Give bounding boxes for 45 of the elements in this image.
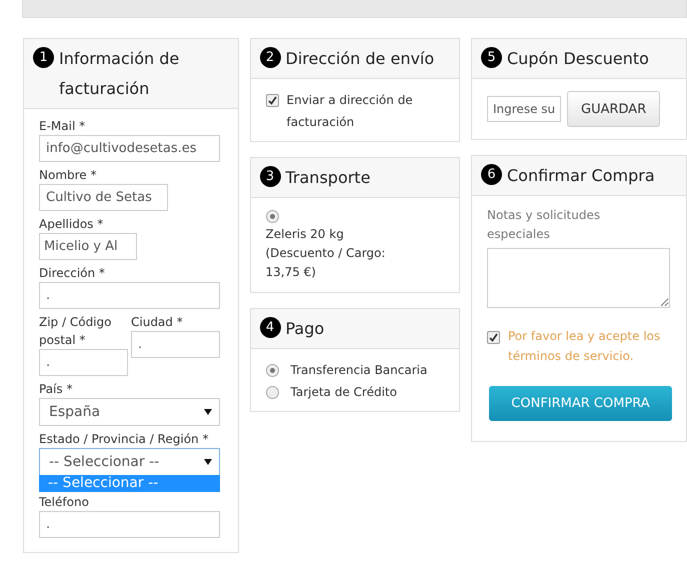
field-label: Zip / Código postal *	[39, 314, 112, 349]
step-number: 4	[260, 317, 280, 338]
input-field[interactable]: Cultivo de Setas	[39, 184, 168, 211]
panel-title: Confirmar Compra	[507, 165, 655, 187]
select-dropdown[interactable]: España	[39, 398, 220, 426]
input-field[interactable]: .	[39, 282, 220, 309]
checkbox[interactable]	[487, 331, 500, 344]
notes-label: Notas y solicitudes especiales	[487, 207, 602, 243]
radio-button[interactable]	[266, 386, 278, 398]
input-field[interactable]: Micelio y Al	[39, 233, 137, 260]
panel-title: Dirección de envío	[286, 48, 434, 70]
input-field[interactable]: .	[131, 331, 220, 358]
input-field[interactable]: .	[39, 511, 220, 538]
panel-title: Pago	[286, 318, 324, 340]
field-label: Teléfono	[39, 494, 90, 511]
step-number: 2	[260, 47, 280, 68]
save-button[interactable]: GUARDAR	[567, 91, 660, 127]
field-label: E-Mail *	[39, 118, 86, 135]
field-label: Dirección *	[39, 265, 106, 282]
input-field[interactable]: .	[39, 349, 128, 376]
field-label: Estado / Provincia / Región *	[39, 431, 210, 448]
panel-title: Información de facturación	[59, 48, 180, 100]
step-number: 1	[33, 47, 54, 68]
field-label: Ciudad *	[131, 314, 184, 331]
checkbox[interactable]	[266, 94, 278, 107]
panel-title: Transporte	[286, 167, 370, 189]
step-number: 6	[481, 164, 502, 185]
field-label: Nombre *	[39, 167, 98, 184]
radio-button[interactable]	[266, 210, 278, 223]
panel-title: Cupón Descuento	[507, 48, 649, 70]
step-number: 5	[481, 47, 502, 68]
checkbox-label: Enviar a dirección de facturación	[286, 92, 414, 131]
input-field[interactable]: info@cultivodesetas.es	[39, 135, 220, 162]
field-label: Apellidos *	[39, 216, 104, 233]
shipping-option-label: Zeleris 20 kg (Descuento / Cargo: 13,75 €)	[266, 226, 386, 281]
payment-option-label: Tarjeta de Crédito	[290, 384, 397, 401]
step-number: 3	[260, 166, 280, 187]
coupon-field[interactable]: Ingrese su	[487, 96, 561, 122]
payment-option-label: Transferencia Bancaria	[290, 362, 428, 379]
caret-icon	[204, 459, 212, 465]
radio-button[interactable]	[266, 364, 278, 376]
notes-field[interactable]	[487, 248, 670, 308]
field-label: País *	[39, 381, 74, 398]
terms-text: Por favor lea y acepte los términos de servicio.	[508, 328, 662, 365]
caret-icon	[204, 409, 212, 415]
